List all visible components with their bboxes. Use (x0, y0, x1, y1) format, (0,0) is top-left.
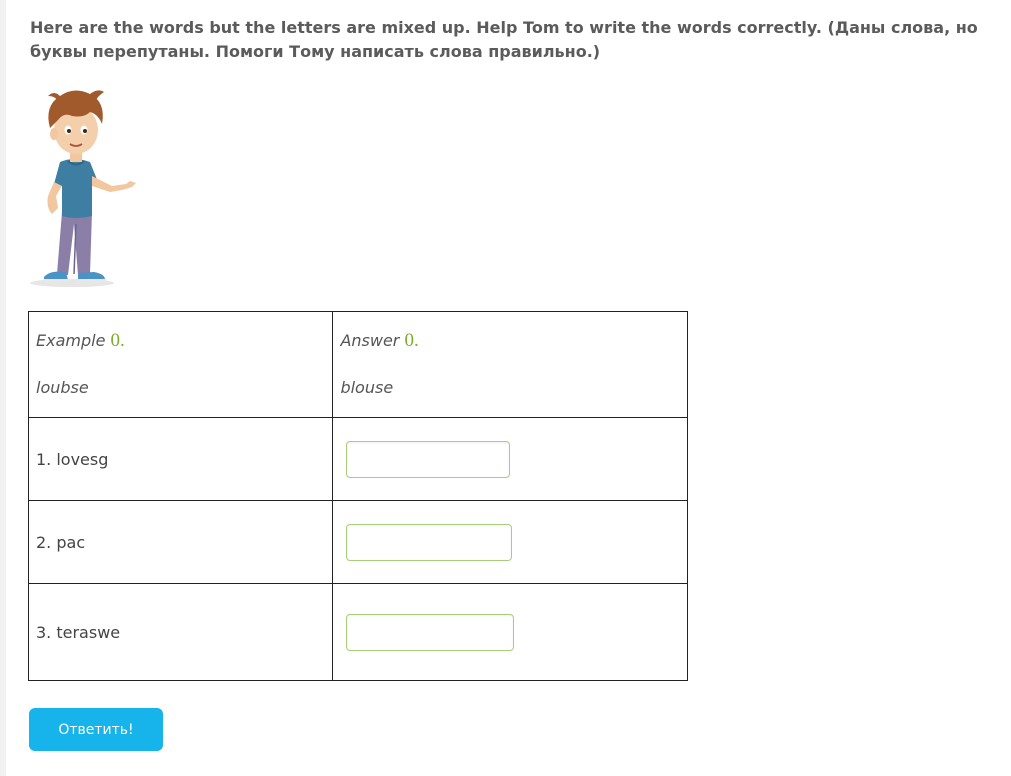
answer-number: 0. (404, 330, 419, 351)
table-row: 2. pac (27, 500, 688, 584)
tom-illustration (26, 84, 146, 290)
example-row: Example 0. loubse Answer 0. blouse (27, 311, 688, 418)
example-answer-word: blouse (340, 378, 394, 397)
task-instruction: Here are the words but the letters are m… (30, 18, 978, 61)
scrambled-word-2: 2. pac (27, 500, 334, 584)
example-number: 0. (110, 330, 125, 351)
answer-input-2[interactable] (346, 523, 513, 561)
scrambled-word-1: 1. lovesg (27, 417, 334, 501)
example-cell: Example 0. loubse (27, 311, 334, 418)
answer-input-3[interactable] (346, 613, 515, 651)
example-label-word: Example (36, 331, 106, 350)
table-row: 1. lovesg (27, 417, 688, 501)
left-border (0, 0, 6, 776)
answer-cell-2 (332, 500, 688, 584)
submit-button[interactable]: Ответить! (29, 708, 163, 751)
answer-label-word: Answer (340, 331, 400, 350)
answer-input-1[interactable] (346, 440, 511, 478)
answer-cell-3 (332, 583, 688, 681)
example-scrambled-word: loubse (36, 378, 89, 397)
example-label: Example 0. (36, 329, 325, 353)
example-answer-cell: Answer 0. blouse (332, 311, 688, 418)
word-table: Example 0. loubse Answer 0. blouse 1. lo… (27, 311, 688, 681)
answer-cell-1 (332, 417, 688, 501)
table-row: 3. teraswe (27, 583, 688, 681)
scrambled-word-3: 3. teraswe (27, 583, 334, 681)
answer-label: Answer 0. (340, 329, 680, 353)
